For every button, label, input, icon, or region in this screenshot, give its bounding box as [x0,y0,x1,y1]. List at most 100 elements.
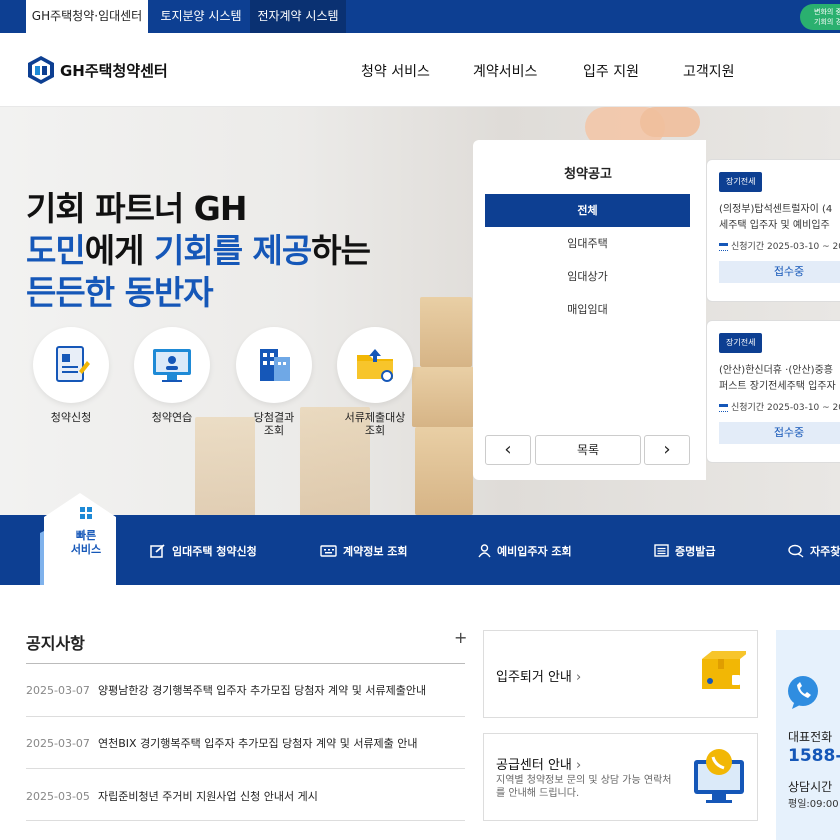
quick-service-title-line1: 빠른 [75,529,97,542]
move-in-out-guide-label: 입주퇴거 안내 [496,670,572,685]
monitor-user-icon [134,327,210,403]
chat-bubbles-icon [788,544,804,561]
notice-row[interactable]: 2025-03-07 양평남한강 경기행복주택 입주자 추가모집 당첨자 계약 및… [26,682,465,698]
move-in-out-guide-box[interactable]: 입주퇴거 안내 › [483,630,758,718]
card-title-line1: (의정부)탑석센트럴자이 (4 [719,204,833,215]
tab-housing-center[interactable]: GH주택청약·임대센터 [26,0,148,33]
service-apply[interactable]: 청약신청 [33,327,109,424]
call-label: 대표전화 [788,730,833,744]
hero-headline-line2: 도민에게 기회를 제공하는 [26,224,371,272]
notice-row[interactable]: 2025-03-05 자립준비청년 주거비 지원사업 신청 안내서 게시 [26,788,465,804]
service-practice[interactable]: 청약연습 [134,327,210,424]
folder-upload-icon [337,327,413,403]
divider [26,716,465,717]
quick-service-bar: 빠른 서비스 임대주택 청약신청 계약정보 조회 예비입주자 조회 증명발급 자… [0,493,840,585]
service-results[interactable]: 당첨결과 조회 [236,327,312,437]
hero-word-provide: 제공 [252,231,313,270]
tab-land-sale-system[interactable]: 토지분양 시스템 [152,0,250,33]
card-date: 신청기간 2025-03-10 ~ 20 [719,239,840,252]
notice-row[interactable]: 2025-03-07 연천BIX 경기행복주택 입주자 추가모집 당첨자 계약 및… [26,735,465,751]
nav-move-in-support[interactable]: 입주 지원 [583,61,639,81]
supply-center-guide-desc-line1: 지역별 청약정보 문의 및 상담 가능 연락처 [496,775,672,786]
tab-e-contract-system[interactable]: 전자계약 시스템 [250,0,346,33]
announcement-filter-all[interactable]: 전체 [485,194,690,227]
notice-title: 공지사항 [26,634,85,653]
nav-contract-service[interactable]: 계약서비스 [473,61,537,81]
package-box-icon [702,651,746,689]
nav-customer-support[interactable]: 고객지원 [683,61,735,81]
notice-text[interactable]: 연천BIX 경기행복주택 입주자 추가모집 당첨자 계약 및 서류제출 안내 [98,737,418,750]
call-hours: 평일:09:00 [788,799,839,810]
quick-service-title-line2: 서비스 [70,543,102,556]
announcement-filter-rental-store[interactable]: 임대상가 [485,260,690,293]
notice-text[interactable]: 양평남한강 경기행복주택 입주자 추가모집 당첨자 계약 및 서류제출안내 [98,684,426,697]
quick-service-title: 빠른 서비스 [40,529,132,557]
card-date-text: 신청기간 2025-03-10 ~ 20 [731,403,840,413]
quick-contract-info-label: 계약정보 조회 [343,545,408,558]
quick-waitlist-label: 예비입주자 조회 [497,545,572,558]
card-title: (안산)한신더휴 ·(안산)중흥 퍼스트 장기전세주택 입주자 [719,363,840,395]
prev-arrow-icon[interactable]: ‹ [485,435,531,465]
list-button[interactable]: 목록 [535,435,641,465]
announcement-panel-title: 청약공고 [564,167,612,182]
supply-center-guide-desc-line2: 를 안내해 드립니다. [496,788,580,799]
service-practice-label: 청약연습 [151,411,193,424]
move-in-out-guide-title: 입주퇴거 안내 › [496,666,581,685]
card-status[interactable]: 접수중 [719,422,840,444]
campaign-badge[interactable]: 변화의 중 기회의 경 [800,4,840,30]
card-title-line1: (안산)한신더휴 ·(안산)중흥 [719,365,833,376]
service-documents[interactable]: 서류제출대상 조회 [337,327,413,437]
list-doc-icon [654,544,669,560]
supply-center-guide-box[interactable]: 공급센터 안내 › 지역별 청약정보 문의 및 상담 가능 연락처 를 안내해 … [483,733,758,821]
hero-word-particle: 를 [212,231,253,270]
card-tag: 장기전세 [719,172,763,192]
card-tag: 장기전세 [719,333,763,353]
top-system-bar: GH주택청약·임대센터 토지분양 시스템 전자계약 시스템 변화의 중 기회의 … [0,0,840,33]
service-results-label: 당첨결과 조회 [253,411,295,437]
keyboard-icon [320,544,337,560]
divider [26,663,465,664]
logo-text[interactable]: GH주택청약센터 [60,60,168,81]
quick-rental-apply[interactable]: 임대주택 청약신청 [150,543,257,561]
divider [26,820,465,821]
notice-more-plus-icon[interactable]: + [454,628,467,647]
call-number[interactable]: 1588-0 [788,746,840,766]
next-arrow-icon[interactable]: › [644,435,690,465]
call-hours-label: 상담시간 [788,780,833,794]
quick-waitlist[interactable]: 예비입주자 조회 [478,543,572,561]
campaign-badge-line1: 변화의 중 [814,8,840,16]
calendar-icon [719,403,728,412]
hero-word-residents: 도민 [26,231,86,270]
announcement-filter-purchase-rental[interactable]: 매입임대 [485,293,690,326]
announcement-filter-rental-housing[interactable]: 임대주택 [485,227,690,260]
supply-center-guide-label: 공급센터 안내 [496,758,572,773]
edit-icon [150,543,166,561]
quick-rental-apply-label: 임대주택 청약신청 [172,545,257,558]
notice-date: 2025-03-07 [26,737,90,750]
campaign-badge-line2: 기회의 경 [814,18,840,26]
card-status[interactable]: 접수중 [719,261,840,283]
card-date: 신청기간 2025-03-10 ~ 20 [719,400,840,413]
announcement-card[interactable]: 장기전세 (안산)한신더휴 ·(안산)중흥 퍼스트 장기전세주택 입주자 신청기… [706,320,840,463]
service-documents-label: 서류제출대상 조회 [344,411,406,437]
quick-service-house: 빠른 서비스 [40,493,116,585]
notice-date: 2025-03-05 [26,790,90,803]
hero-word-doing: 하는 [311,231,371,270]
card-title-line2: 퍼스트 장기전세주택 입주자 [719,381,836,392]
hero-headline-line3: 든든한 동반자 [26,273,214,312]
notice-text[interactable]: 자립준비청년 주거비 지원사업 신청 안내서 게시 [98,790,318,803]
document-pen-icon [33,327,109,403]
hero-headline-line1: 기회 파트너 GH [26,189,247,228]
quick-contract-info[interactable]: 계약정보 조회 [320,543,408,560]
gh-logo-icon[interactable] [26,55,56,85]
quick-faq[interactable]: 자주찾 [788,543,840,561]
monitor-phone-icon [694,749,744,803]
quick-certificate[interactable]: 증명발급 [654,543,715,560]
grid-icon [80,507,92,519]
chevron-right-icon: › [576,758,582,773]
announcement-card[interactable]: 장기전세 (의정부)탑석센트럴자이 (4 세주택 입주자 및 예비입주 신청기간… [706,159,840,302]
supply-center-guide-desc: 지역별 청약정보 문의 및 상담 가능 연락처 를 안내해 드립니다. [496,774,671,800]
nav-subscription-service[interactable]: 청약 서비스 [361,61,430,81]
hero-word-to: 에게 [84,231,154,270]
site-header: GH주택청약센터 청약 서비스 계약서비스 입주 지원 고객지원 [0,33,840,107]
